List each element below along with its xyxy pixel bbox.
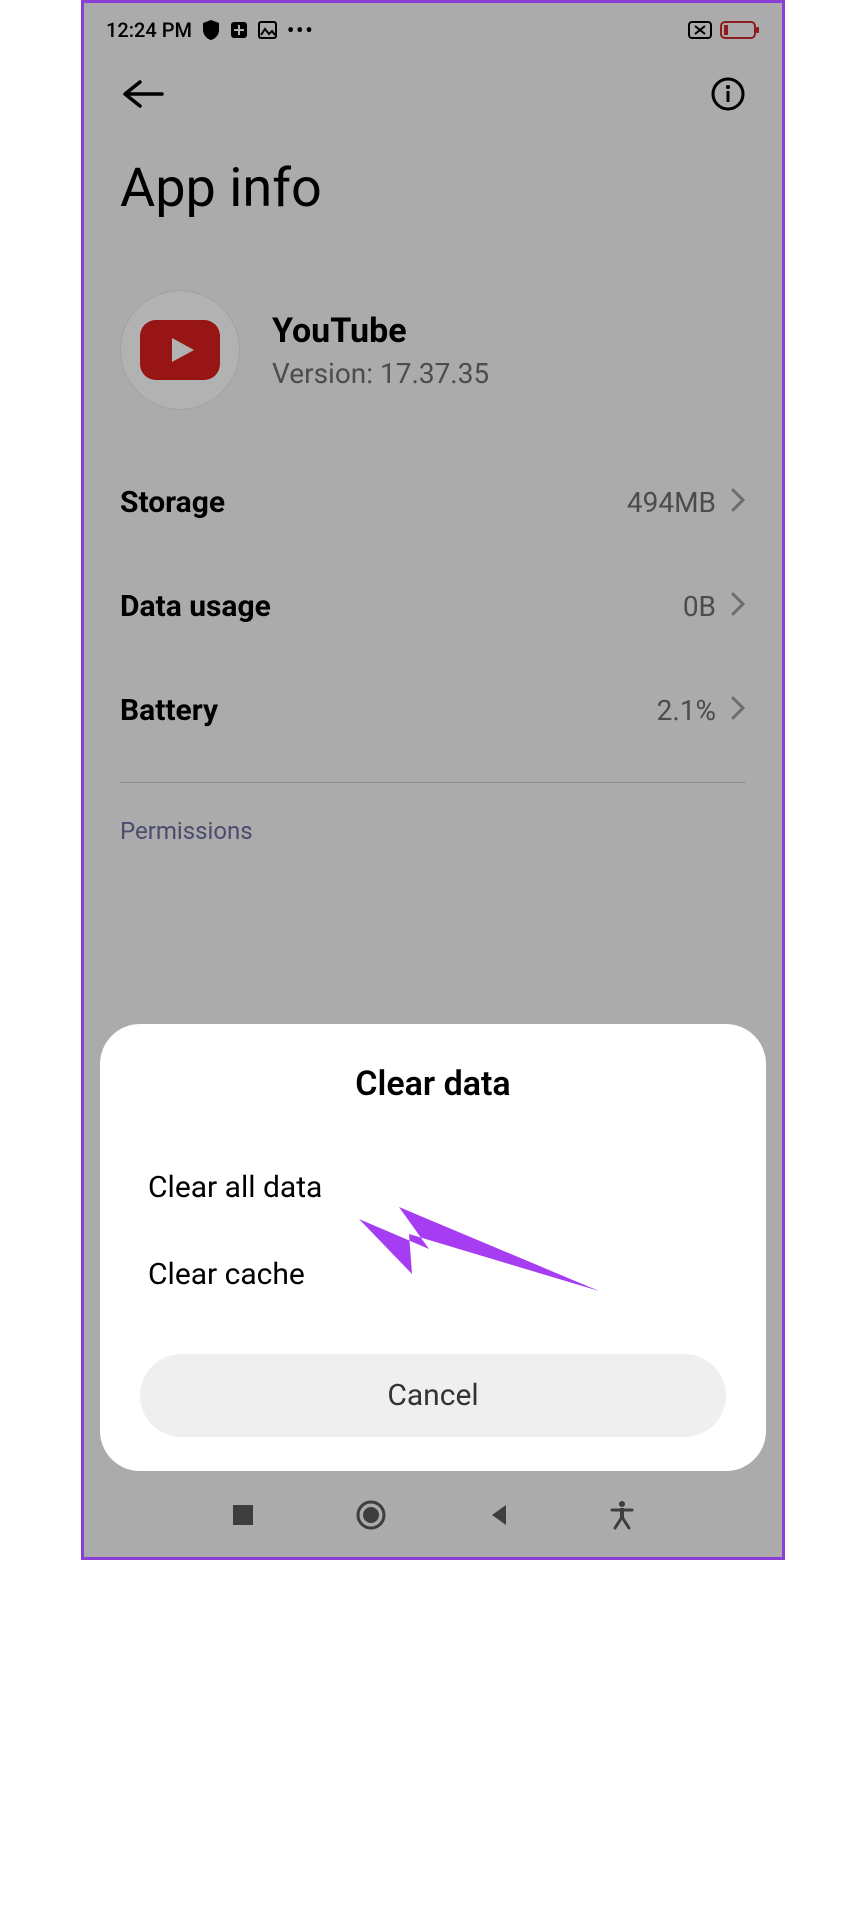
status-right: 7 bbox=[688, 20, 760, 40]
sheet-clear-all[interactable]: Clear all data bbox=[100, 1144, 766, 1231]
no-sim-icon bbox=[688, 20, 714, 40]
status-bar: 12:24 PM ••• bbox=[84, 3, 782, 57]
clear-data-sheet: Clear data Clear all data Clear cache Ca… bbox=[100, 1024, 766, 1471]
youtube-icon bbox=[140, 320, 220, 380]
row-data-usage-value: 0B bbox=[683, 590, 716, 623]
nav-back-button[interactable] bbox=[486, 1502, 512, 1532]
header bbox=[84, 57, 782, 135]
app-text: YouTube Version: 17.37.35 bbox=[272, 311, 489, 390]
page-title: App info bbox=[84, 135, 782, 220]
row-storage-value: 494MB bbox=[627, 486, 716, 519]
app-summary: YouTube Version: 17.37.35 bbox=[84, 220, 782, 430]
settings-list: Storage 494MB Data usage 0B Ba bbox=[84, 430, 782, 762]
chevron-right-icon bbox=[730, 591, 746, 621]
nav-recent-button[interactable] bbox=[230, 1502, 256, 1532]
row-data-usage[interactable]: Data usage 0B bbox=[120, 554, 746, 658]
nav-home-button[interactable] bbox=[354, 1498, 388, 1536]
row-battery[interactable]: Battery 2.1% bbox=[120, 658, 746, 762]
plus-box-icon bbox=[230, 21, 248, 39]
more-dots-icon: ••• bbox=[287, 18, 315, 42]
back-button[interactable] bbox=[120, 79, 164, 113]
sheet-title: Clear data bbox=[100, 1064, 766, 1104]
status-time: 12:24 PM bbox=[106, 18, 192, 42]
row-storage[interactable]: Storage 494MB bbox=[120, 450, 746, 554]
battery-icon bbox=[720, 20, 760, 40]
chevron-right-icon bbox=[730, 487, 746, 517]
app-icon bbox=[120, 290, 240, 410]
image-icon bbox=[258, 21, 277, 39]
nav-accessibility-button[interactable] bbox=[609, 1500, 635, 1534]
section-permissions: Permissions bbox=[84, 783, 782, 845]
row-data-usage-label: Data usage bbox=[120, 589, 271, 624]
row-battery-value: 2.1% bbox=[657, 694, 716, 727]
app-name: YouTube bbox=[272, 311, 489, 351]
app-version: Version: 17.37.35 bbox=[272, 357, 489, 390]
status-left: 12:24 PM ••• bbox=[106, 18, 315, 42]
device-frame: 12:24 PM ••• bbox=[81, 0, 785, 1560]
system-nav-bar bbox=[84, 1477, 782, 1557]
row-battery-label: Battery bbox=[120, 693, 218, 728]
row-storage-label: Storage bbox=[120, 485, 225, 520]
sheet-cancel-button[interactable]: Cancel bbox=[140, 1354, 726, 1437]
chevron-right-icon bbox=[730, 695, 746, 725]
sheet-clear-cache[interactable]: Clear cache bbox=[100, 1231, 766, 1318]
shield-icon bbox=[202, 20, 220, 40]
info-button[interactable] bbox=[710, 76, 746, 116]
